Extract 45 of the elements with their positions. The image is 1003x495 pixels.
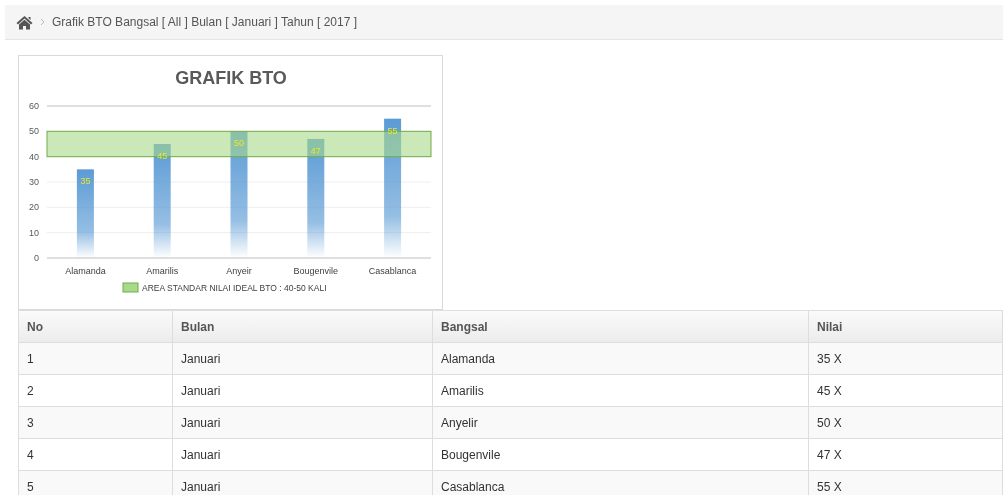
table-cell: 45 X [809,375,1003,406]
data-label: 47 [310,145,321,156]
table-cell: 1 [19,343,173,374]
table-cell: Bougenvile [433,439,809,470]
column-header: Nilai [809,311,1003,342]
y-tick-label: 50 [29,126,39,137]
table-cell: 4 [19,439,173,470]
column-header: Bangsal [433,311,809,342]
table-cell: 47 X [809,439,1003,470]
y-tick-label: 0 [34,253,39,263]
table-cell: Anyelir [433,407,809,438]
table-cell: 3 [19,407,173,438]
x-axis-label: Bougenvile [293,266,339,276]
table-cell: Januari [173,375,433,406]
home-icon[interactable] [16,14,33,30]
y-tick-label: 40 [29,151,39,162]
chevron-icon [40,18,45,26]
data-label: 35 [80,176,91,187]
table-cell: 35 X [809,343,1003,374]
legend-label: AREA STANDAR NILAI IDEAL BTO : 40-50 KALI [142,283,327,293]
table-cell: Januari [173,407,433,438]
table-cell: Januari [173,439,433,470]
x-axis-label: Anyeir [226,266,252,276]
table-cell: 55 X [809,471,1003,495]
y-tick-label: 20 [29,202,39,213]
y-tick-label: 60 [29,101,39,111]
table-cell: 50 X [809,407,1003,438]
table-cell: 2 [19,375,173,406]
column-header: Bulan [173,311,433,342]
y-tick-label: 30 [29,177,39,187]
y-tick-label: 10 [29,227,39,238]
legend-swatch [122,282,139,293]
breadcrumb-text: Grafik BTO Bangsal [ All ] Bulan [ Januari ] Tahun [ 2017 ] [52,14,358,31]
table-cell: 5 [19,471,173,495]
x-axis-label: Casablanca [368,266,417,276]
chart-title: GRAFIK BTO [175,68,287,88]
x-axis-label: Amarilis [146,266,179,276]
data-label: 50 [234,138,244,149]
table-cell: Alamanda [433,343,809,374]
table-cell: Casablanca [433,471,809,495]
table-cell: Amarilis [433,375,809,406]
column-header: No [19,311,173,342]
table-cell: Januari [173,471,433,495]
table-cell: Januari [173,343,433,374]
x-axis-label: Alamanda [65,266,106,276]
